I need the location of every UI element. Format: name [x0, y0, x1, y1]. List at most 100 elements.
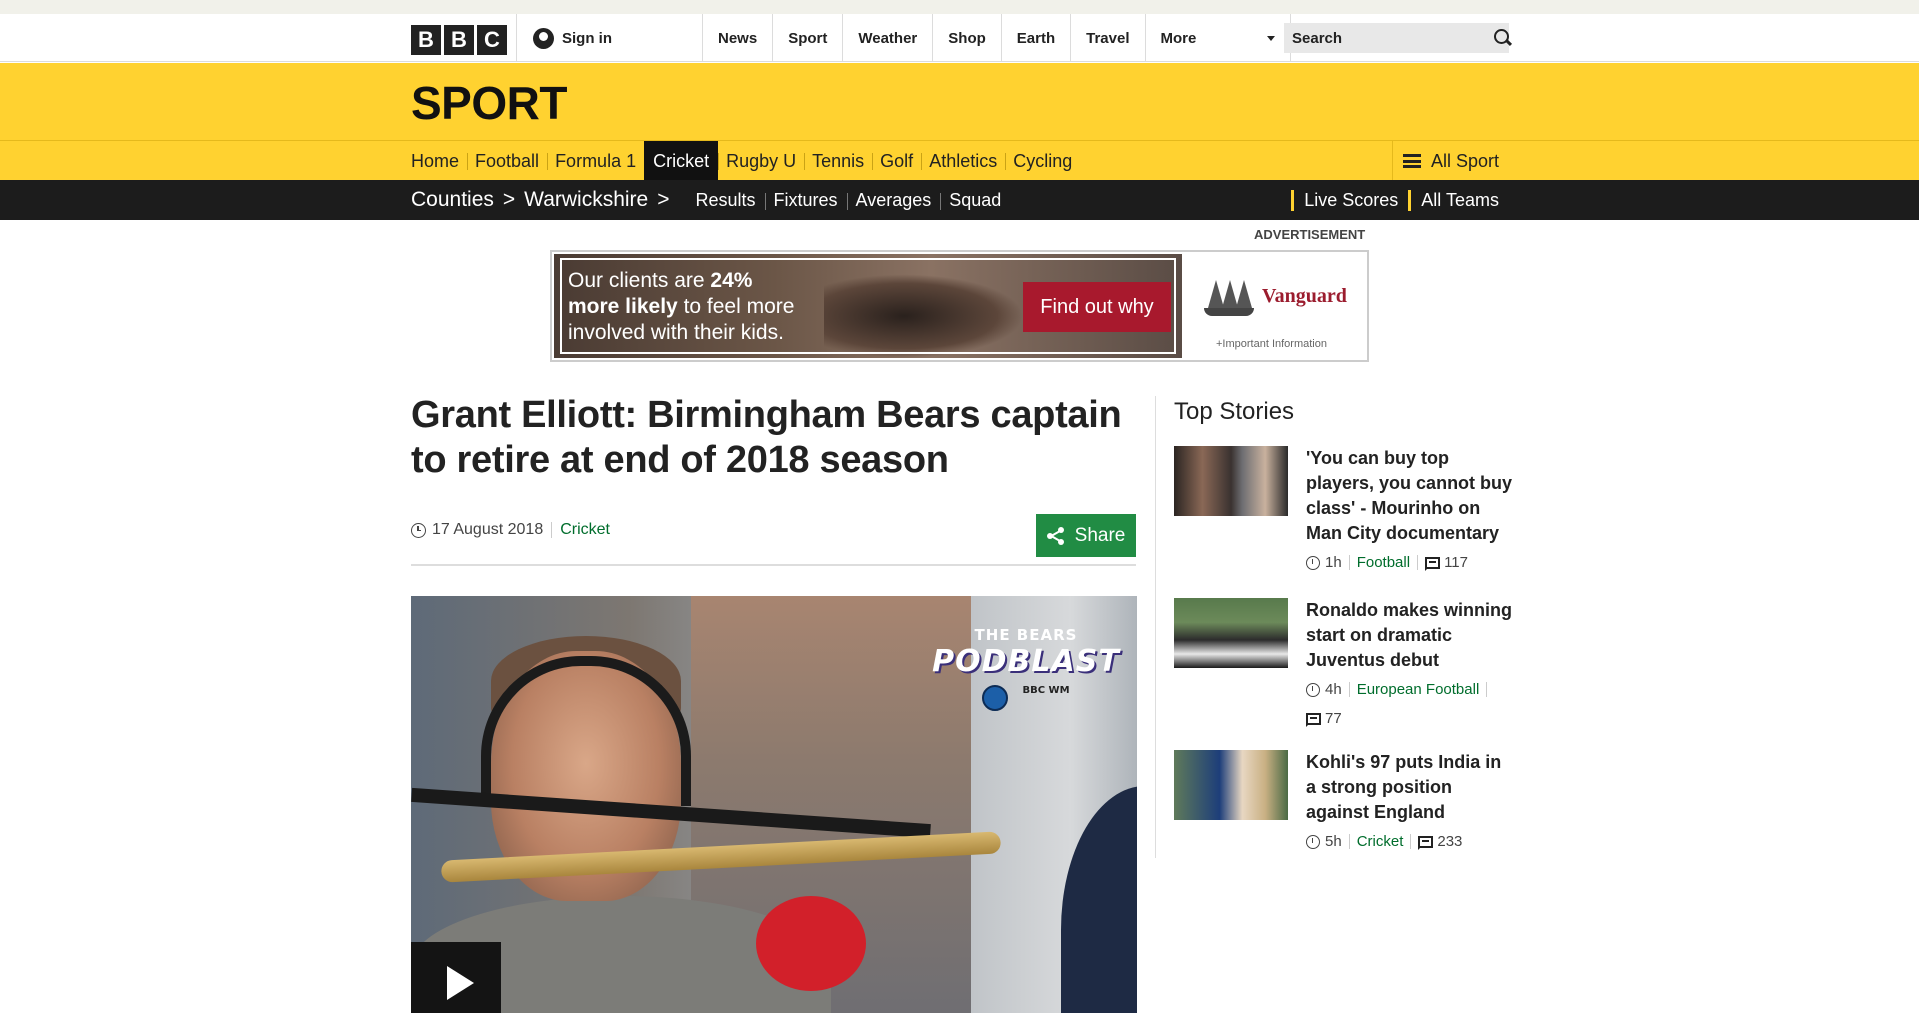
subnav-averages[interactable]: Averages [846, 190, 941, 211]
sport-nav-home[interactable]: Home [411, 141, 467, 181]
advertisement-banner[interactable]: Our clients are 24% more likely to feel … [550, 250, 1369, 362]
ad-cta-button[interactable]: Find out why [1023, 282, 1171, 332]
bbc-logo[interactable]: B B C [411, 25, 507, 55]
story-section-link[interactable]: European Football [1357, 681, 1480, 698]
top-story[interactable]: Ronaldo makes winning start on dramatic … [1174, 598, 1514, 728]
podblast-main: PODBLAST [932, 644, 1120, 679]
sport-nav: Home Football Formula 1 Cricket Rugby U … [0, 140, 1919, 181]
ad-photo: Our clients are 24% more likely to feel … [554, 254, 1182, 358]
global-nav-earth[interactable]: Earth [1000, 14, 1070, 62]
sport-nav-cricket[interactable]: Cricket [644, 141, 719, 181]
signin-link[interactable]: Sign in [516, 14, 713, 62]
story-comment-count[interactable]: 117 [1444, 554, 1468, 571]
article-section-link[interactable]: Cricket [560, 521, 610, 539]
story-time: 4h [1325, 681, 1342, 698]
ad-copy-highlight: 24% [710, 269, 753, 292]
global-nav-news[interactable]: News [702, 14, 772, 62]
ship-icon [1202, 274, 1256, 318]
article-headline: Grant Elliott: Birmingham Bears captain … [411, 394, 1122, 481]
user-icon [533, 27, 554, 49]
share-icon [1046, 526, 1065, 545]
signin-label: Sign in [562, 29, 612, 47]
story-thumbnail[interactable] [1174, 750, 1288, 820]
story-time: 5h [1325, 833, 1342, 850]
story-meta: 4h European Football 77 [1306, 681, 1516, 727]
ad-info-link[interactable]: +Important Information [1216, 338, 1327, 350]
global-nav-sport[interactable]: Sport [772, 14, 842, 62]
live-scores-link[interactable]: Live Scores [1291, 189, 1408, 211]
ad-brand: Vanguard [1202, 274, 1347, 318]
all-teams-link[interactable]: All Teams [1408, 189, 1509, 211]
ad-copy-highlight: more likely [568, 295, 678, 318]
sport-nav-golf[interactable]: Golf [872, 141, 921, 181]
sport-banner: SPORT Home Football Formula 1 Cricket Ru… [0, 63, 1919, 181]
global-nav-label: Travel [1086, 29, 1130, 47]
global-nav-shop[interactable]: Shop [932, 14, 1001, 62]
global-nav: News Sport Weather Shop Earth Travel Mor… [702, 14, 1291, 62]
subnav-results[interactable]: Results [686, 190, 764, 211]
subnav-squad[interactable]: Squad [940, 190, 1010, 211]
story-time: 1h [1325, 554, 1342, 571]
sport-nav-tennis[interactable]: Tennis [804, 141, 872, 181]
meta-divider [551, 522, 553, 538]
play-button[interactable] [411, 942, 501, 1013]
top-strip [0, 0, 1919, 14]
clock-icon [1306, 682, 1320, 697]
sidebar-divider [1155, 396, 1156, 858]
podblast-top: THE BEARS [974, 626, 1078, 644]
global-nav-label: Earth [1016, 29, 1056, 47]
story-title[interactable]: Ronaldo makes winning start on dramatic … [1306, 598, 1516, 673]
global-nav-more[interactable]: More [1144, 14, 1291, 62]
ad-copy: Our clients are 24% more likely to feel … [568, 268, 828, 346]
sport-nav-athletics[interactable]: Athletics [921, 141, 1005, 181]
story-comment-count[interactable]: 77 [1325, 710, 1342, 727]
comments-icon [1306, 712, 1321, 727]
all-sport-label: All Sport [1430, 150, 1499, 171]
search-icon[interactable] [1493, 28, 1509, 48]
story-thumbnail[interactable] [1174, 598, 1288, 668]
story-meta: 5h Cricket 233 [1306, 833, 1516, 850]
story-title[interactable]: 'You can buy top players, you cannot buy… [1306, 446, 1516, 546]
page: B B C Sign in News Sport Weather Shop Ea… [0, 0, 1919, 1013]
all-sport-button[interactable]: All Sport [1391, 141, 1509, 181]
global-nav-weather[interactable]: Weather [842, 14, 932, 62]
video-player[interactable]: THE BEARS PODBLAST BBC WM [411, 596, 1137, 1013]
sport-nav-rugby-union[interactable]: Rugby U [718, 141, 804, 181]
breadcrumb-warwickshire[interactable]: Warwickshire [524, 188, 648, 212]
clock-icon [1306, 834, 1320, 849]
ad-copy-text: Our clients are [568, 269, 711, 292]
article-divider [411, 564, 1136, 566]
ad-brand-name: Vanguard [1262, 284, 1347, 307]
global-nav-travel[interactable]: Travel [1070, 14, 1144, 62]
sport-title[interactable]: SPORT [411, 76, 567, 130]
sport-nav-football[interactable]: Football [467, 141, 547, 181]
sport-nav-formula-1[interactable]: Formula 1 [547, 141, 644, 181]
story-section-link[interactable]: Cricket [1357, 833, 1404, 850]
clock-icon [1306, 555, 1320, 570]
county-subnav: Counties > Warwickshire > Results Fixtur… [0, 180, 1919, 220]
story-section-link[interactable]: Football [1357, 554, 1410, 571]
top-story[interactable]: 'You can buy top players, you cannot buy… [1174, 446, 1514, 576]
comments-icon [1425, 556, 1441, 571]
breadcrumb-counties[interactable]: Counties [411, 188, 494, 212]
story-thumbnail[interactable] [1174, 446, 1288, 516]
global-navbar: B B C Sign in News Sport Weather Shop Ea… [0, 14, 1919, 62]
top-stories-heading: Top Stories [1174, 398, 1295, 425]
caret-down-icon [1266, 35, 1275, 41]
logo-letter: B [411, 25, 441, 55]
share-label: Share [1074, 524, 1126, 546]
logo-letter: C [477, 25, 507, 55]
breadcrumb-separator: > [502, 188, 516, 211]
share-button[interactable]: Share [1036, 514, 1136, 557]
story-title[interactable]: Kohli's 97 puts India in a strong positi… [1306, 750, 1516, 825]
comments-icon [1418, 835, 1434, 850]
search-input[interactable] [1292, 29, 1493, 47]
ad-copy-text: involved with their kids. [568, 321, 784, 344]
article-date: 17 August 2018 [432, 521, 544, 538]
search-box [1284, 23, 1509, 53]
subnav-fixtures[interactable]: Fixtures [764, 190, 847, 211]
top-story[interactable]: Kohli's 97 puts India in a strong positi… [1174, 750, 1514, 860]
hamburger-icon [1402, 154, 1421, 168]
story-comment-count[interactable]: 233 [1437, 833, 1462, 850]
sport-nav-cycling[interactable]: Cycling [1005, 141, 1080, 181]
